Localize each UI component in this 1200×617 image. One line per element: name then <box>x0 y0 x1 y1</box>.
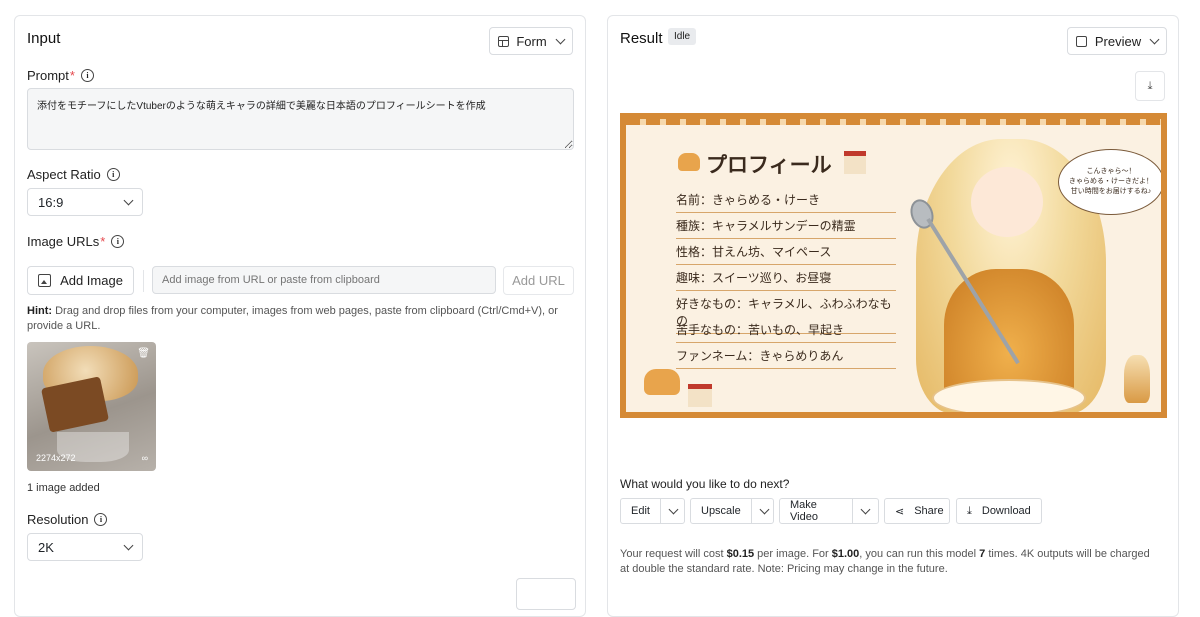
pricing-note: Your request will cost $0.15 per image. … <box>620 548 1150 575</box>
character-face <box>971 167 1043 237</box>
image-urls-label: Image URLs * i <box>27 234 125 249</box>
preview-select[interactable]: Preview <box>1067 27 1167 55</box>
chevron-down-icon <box>759 504 770 514</box>
status-badge: Idle <box>668 28 697 45</box>
cake-decor <box>688 384 712 407</box>
download-icon[interactable]: ⤓ <box>1135 71 1165 101</box>
prompt-label: Prompt * i <box>27 68 94 83</box>
pudding-decor <box>644 369 680 395</box>
form-icon <box>498 35 510 47</box>
info-icon[interactable]: i <box>111 235 125 248</box>
next-action-prompt: What would you like to do next? <box>620 477 790 491</box>
image-icon <box>1075 35 1087 47</box>
images-added-count: 1 image added <box>27 482 100 494</box>
chevron-down-icon <box>123 540 134 550</box>
chevron-down-icon <box>1149 34 1160 44</box>
thumbnail-size: 2274x272 <box>36 453 76 463</box>
image-add-icon <box>38 274 52 287</box>
partial-button[interactable] <box>516 578 576 610</box>
profile-heading: プロフィール <box>706 153 832 177</box>
chevron-down-icon <box>668 504 679 514</box>
resolution-select[interactable]: 2K <box>27 533 143 561</box>
add-image-button[interactable]: Add Image <box>27 266 134 295</box>
download-icon: ⤓ <box>967 504 972 517</box>
info-icon[interactable]: i <box>80 69 94 82</box>
image-url-input[interactable] <box>152 266 496 294</box>
form-mode-select[interactable]: Form <box>489 27 573 55</box>
cake-icon <box>844 151 866 174</box>
result-title: Result <box>620 30 663 47</box>
profile-line: 性格：甘えん坊、マイペース <box>676 243 896 265</box>
parfait-decor <box>1124 355 1150 403</box>
profile-line: 趣味：スイーツ巡り、お昼寝 <box>676 269 896 291</box>
link-icon[interactable]: ∞ <box>142 453 148 463</box>
aspect-ratio-label: Aspect Ratio i <box>27 167 120 182</box>
divider <box>143 270 144 292</box>
input-panel: Input Form Prompt * i 添付をモチーフにしたVtuberのよう… <box>14 15 586 617</box>
upload-hint: Hint: Drag and drop files from your comp… <box>27 305 558 332</box>
edit-button[interactable]: Edit <box>620 498 685 524</box>
speech-bubble: こんきゃら〜！ きゃらめる・けーきだよ！ 甘い時間をお届けするね♪ <box>1058 149 1161 215</box>
share-icon: ⋖ <box>895 505 905 518</box>
aspect-ratio-select[interactable]: 16:9 <box>27 188 143 216</box>
caramel-drip <box>626 119 1161 125</box>
chevron-down-icon <box>123 195 134 205</box>
resolution-label: Resolution i <box>27 512 108 527</box>
form-mode-label: Form <box>516 33 547 49</box>
generated-image[interactable]: プロフィール 名前：きゃらめる・けーき 種族：キャラメルサンデーの精霊 性格：甘… <box>620 113 1167 418</box>
make-video-button[interactable]: Make Video <box>779 498 879 524</box>
pudding-icon <box>678 153 700 171</box>
upscale-button[interactable]: Upscale <box>690 498 774 524</box>
trash-icon[interactable]: 🗑 <box>137 348 150 359</box>
download-button[interactable]: ⤓ Download <box>956 498 1042 524</box>
info-icon[interactable]: i <box>94 513 108 526</box>
add-url-button[interactable]: Add URL <box>503 266 574 295</box>
chevron-down-icon <box>860 504 871 514</box>
profile-line: 種族：キャラメルサンデーの精霊 <box>676 217 896 239</box>
input-title: Input <box>27 30 61 47</box>
chevron-down-icon <box>555 34 566 44</box>
dress-frill <box>932 379 1086 412</box>
profile-line: 名前：きゃらめる・けーき <box>676 191 896 213</box>
profile-line: ファンネーム：きゃらめりあん <box>676 347 896 369</box>
info-icon[interactable]: i <box>106 168 120 181</box>
uploaded-image-thumbnail[interactable]: 🗑 2274x272 ∞ <box>27 342 156 471</box>
result-panel: Result Idle Preview ⤓ プロフィール 名前：きゃらめる・けー… <box>607 15 1179 617</box>
share-button[interactable]: ⋖ Share <box>884 498 950 524</box>
prompt-input[interactable]: 添付をモチーフにしたVtuberのような萌えキャラの詳細で美麗な日本語のプロフィ… <box>27 88 574 150</box>
profile-line: 苦手なもの：苦いもの、早起き <box>676 321 896 343</box>
